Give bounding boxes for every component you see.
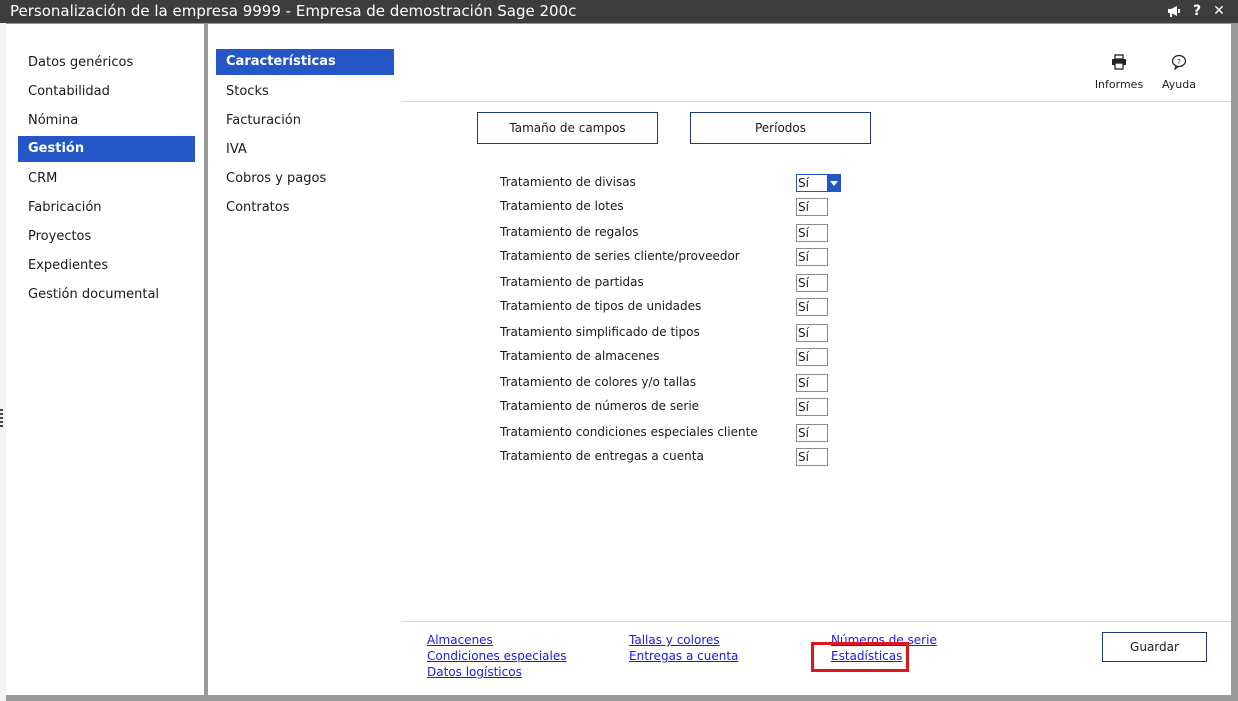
setting-label: Tratamiento de colores y/o tallas <box>500 375 696 389</box>
tamano-campos-button[interactable]: Tamaño de campos <box>477 112 658 144</box>
secondary-nav: Características Stocks Facturación IVA C… <box>208 24 402 695</box>
lotes-select[interactable]: Sí <box>796 198 828 216</box>
megaphone-icon[interactable] <box>1166 3 1182 19</box>
svg-text:?: ? <box>1177 58 1181 66</box>
window-title: Personalización de la empresa 9999 - Emp… <box>10 2 577 20</box>
title-bar: Personalización de la empresa 9999 - Emp… <box>0 0 1238 23</box>
ayuda-button[interactable]: ? Ayuda <box>1149 52 1209 91</box>
periodos-button[interactable]: Períodos <box>690 112 871 144</box>
nav-item-facturacion[interactable]: Facturación <box>216 108 394 134</box>
informes-label: Informes <box>1094 78 1144 91</box>
setting-label: Tratamiento de series cliente/proveedor <box>500 249 740 263</box>
setting-label: Tratamiento de almacenes <box>500 349 660 363</box>
nav-item-caracteristicas[interactable]: Características <box>216 49 394 75</box>
footer-divider <box>402 621 1231 622</box>
nav-item-fabricacion[interactable]: Fabricación <box>18 195 195 221</box>
divisas-select[interactable]: Sí <box>796 174 841 192</box>
setting-label: Tratamiento de divisas <box>500 175 636 189</box>
setting-label: Tratamiento de partidas <box>500 275 644 289</box>
setting-label: Tratamiento simplificado de tipos <box>500 325 700 339</box>
link-condiciones-especiales[interactable]: Condiciones especiales <box>427 649 567 663</box>
toolbar-divider <box>402 101 1231 102</box>
series-select[interactable]: Sí <box>796 248 828 266</box>
nav-item-cobros-pagos[interactable]: Cobros y pagos <box>216 166 394 192</box>
tipos-unidades-select[interactable]: Sí <box>796 298 828 316</box>
link-almacenes[interactable]: Almacenes <box>427 633 493 647</box>
chevron-down-icon[interactable] <box>827 175 840 191</box>
ayuda-label: Ayuda <box>1162 78 1196 91</box>
setting-label: Tratamiento de números de serie <box>500 399 700 413</box>
nav-item-contabilidad[interactable]: Contabilidad <box>18 79 195 105</box>
nav-item-stocks[interactable]: Stocks <box>216 79 394 105</box>
close-icon[interactable]: ✕ <box>1211 3 1227 19</box>
main-panel: Informes ? Ayuda Tamaño de campos Períod… <box>402 24 1231 695</box>
window-right-edge <box>1231 23 1238 701</box>
help-bubble-icon: ? <box>1149 52 1209 72</box>
guardar-button[interactable]: Guardar <box>1102 632 1207 662</box>
help-icon[interactable]: ? <box>1189 3 1205 19</box>
nav-item-gestion[interactable]: Gestión <box>18 136 195 162</box>
printer-icon <box>1089 52 1149 72</box>
regalos-select[interactable]: Sí <box>796 224 828 242</box>
nav-item-datos-genericos[interactable]: Datos genéricos <box>18 50 195 76</box>
nav-item-expedientes[interactable]: Expedientes <box>18 253 195 279</box>
nav-item-iva[interactable]: IVA <box>216 137 394 163</box>
partidas-select[interactable]: Sí <box>796 274 828 292</box>
informes-button[interactable]: Informes <box>1089 52 1149 91</box>
resize-grip-icon[interactable] <box>0 409 3 427</box>
nav-item-gestion-documental[interactable]: Gestión documental <box>18 282 195 308</box>
setting-label: Tratamiento de lotes <box>500 199 624 213</box>
setting-label: Tratamiento de entregas a cuenta <box>500 449 704 463</box>
select-value: Sí <box>798 176 809 190</box>
setting-label: Tratamiento condiciones especiales clien… <box>500 425 758 439</box>
simplificado-tipos-select[interactable]: Sí <box>796 324 828 342</box>
nav-item-contratos[interactable]: Contratos <box>216 195 394 221</box>
almacenes-select[interactable]: Sí <box>796 348 828 366</box>
entregas-cuenta-select[interactable]: Sí <box>796 448 828 466</box>
primary-nav: Datos genéricos Contabilidad Nómina Gest… <box>6 24 204 695</box>
link-entregas-cuenta[interactable]: Entregas a cuenta <box>629 649 738 663</box>
numeros-serie-select[interactable]: Sí <box>796 398 828 416</box>
nav-item-crm[interactable]: CRM <box>18 166 195 192</box>
setting-label: Tratamiento de tipos de unidades <box>500 299 702 313</box>
nav-item-nomina[interactable]: Nómina <box>18 108 195 134</box>
setting-label: Tratamiento de regalos <box>500 225 639 239</box>
link-datos-logisticos[interactable]: Datos logísticos <box>427 665 522 679</box>
link-tallas-colores[interactable]: Tallas y colores <box>629 633 720 647</box>
colores-tallas-select[interactable]: Sí <box>796 374 828 392</box>
condiciones-cliente-select[interactable]: Sí <box>796 424 828 442</box>
highlight-annotation <box>811 642 909 672</box>
nav-item-proyectos[interactable]: Proyectos <box>18 224 195 250</box>
